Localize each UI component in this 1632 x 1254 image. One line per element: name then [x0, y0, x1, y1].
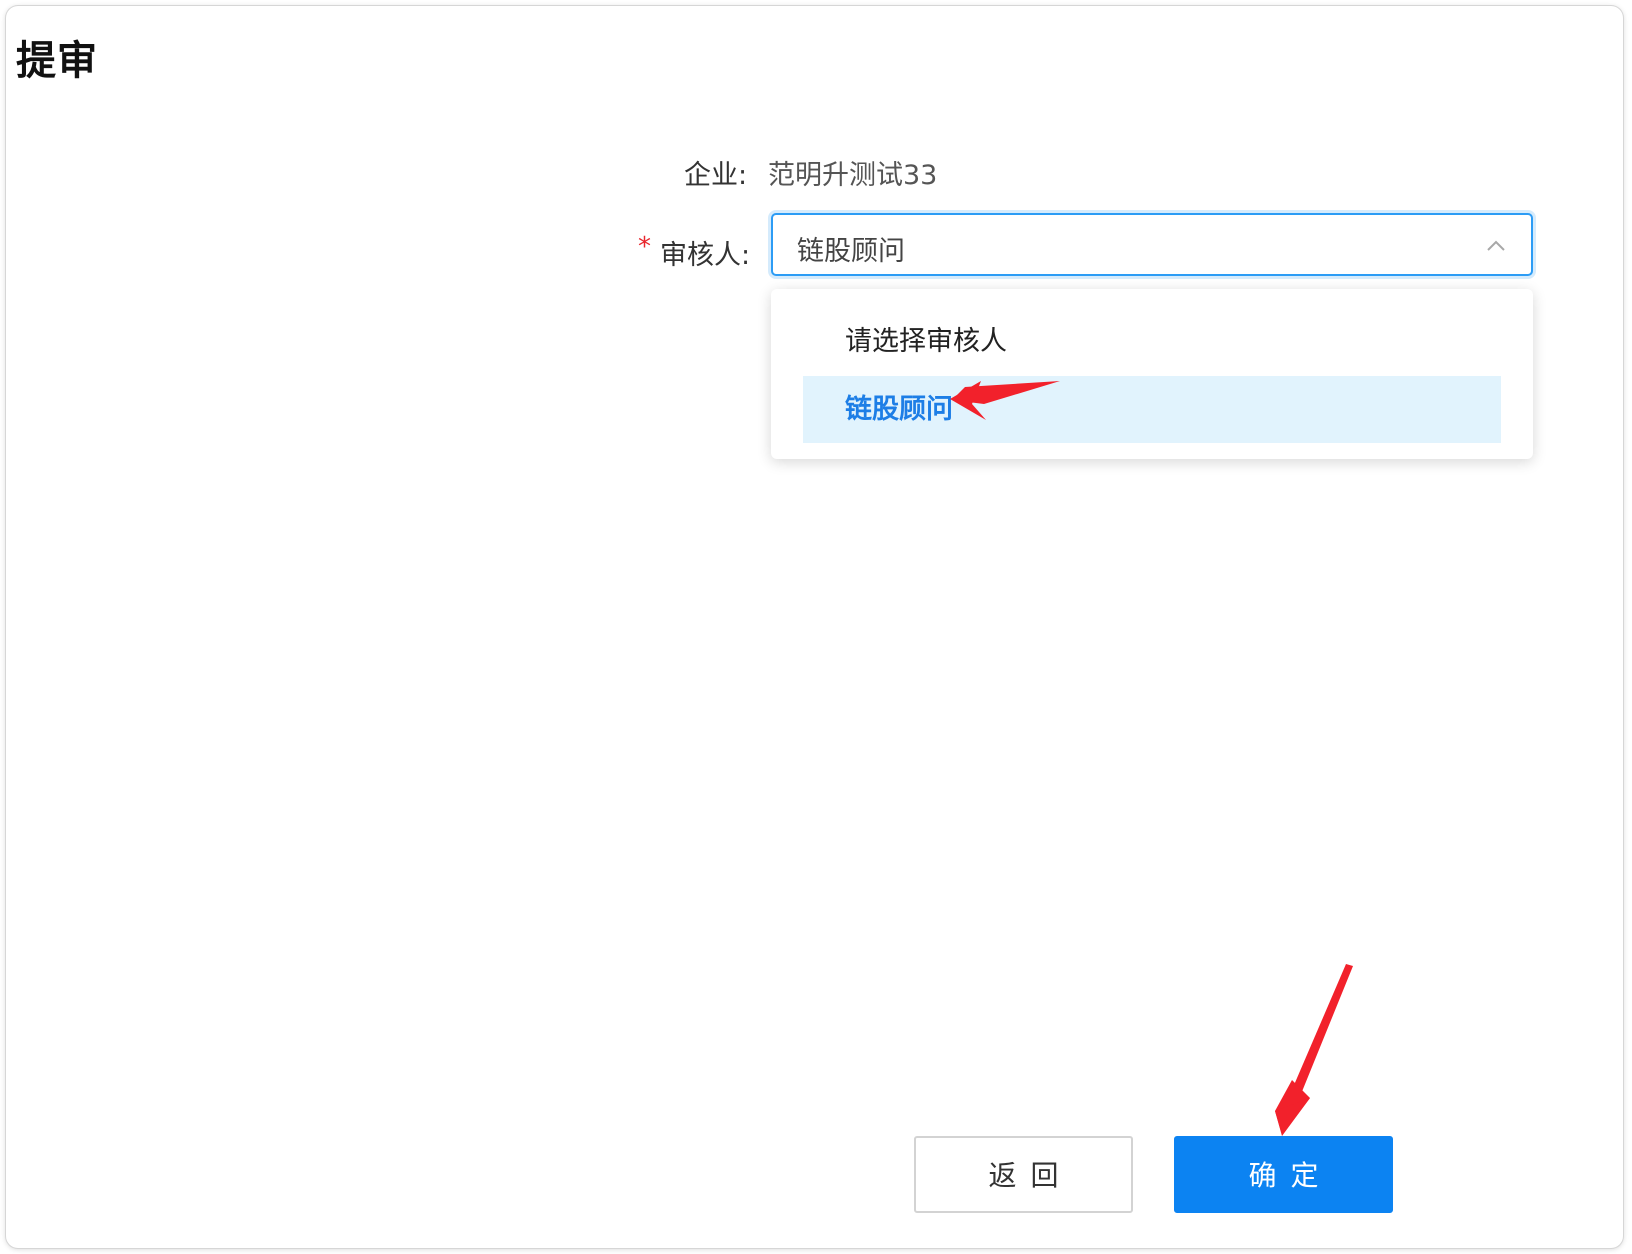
- reviewer-select[interactable]: 链股顾问: [771, 213, 1533, 276]
- review-dialog: 提审: [6, 6, 1623, 1248]
- reviewer-dropdown: 请选择审核人 链股顾问: [771, 289, 1533, 459]
- company-label: 企业:: [684, 160, 748, 191]
- chevron-up-icon: [1487, 240, 1505, 251]
- back-button[interactable]: 返回: [914, 1136, 1133, 1213]
- reviewer-label: 审核人:: [660, 240, 751, 271]
- page-title: 提审: [16, 38, 98, 84]
- dropdown-option-selected[interactable]: 链股顾问: [803, 376, 1501, 443]
- company-value: 范明升测试33: [768, 160, 938, 191]
- required-marker: *: [638, 232, 651, 262]
- confirm-button[interactable]: 确定: [1174, 1136, 1393, 1213]
- dropdown-option-placeholder[interactable]: 请选择审核人: [803, 308, 1501, 375]
- reviewer-select-value: 链股顾问: [797, 236, 905, 267]
